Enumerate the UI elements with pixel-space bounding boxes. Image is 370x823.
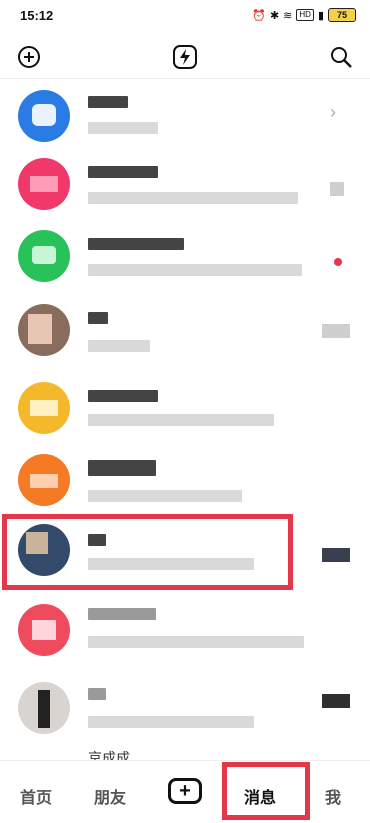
status-icons: ⏰ ✱ ≋ HD ▮ 75 <box>252 8 356 22</box>
bluetooth-icon: ✱ <box>269 9 280 22</box>
message-placeholder <box>88 414 274 426</box>
chevron-right-icon: › <box>330 102 336 122</box>
alarm-icon: ⏰ <box>252 9 266 22</box>
name-placeholder <box>88 96 128 108</box>
highlight-box-conversation <box>2 514 293 590</box>
conversation-row[interactable] <box>0 376 370 452</box>
conversation-row[interactable] <box>0 154 370 230</box>
conversation-row[interactable] <box>0 446 370 522</box>
avatar <box>18 454 70 506</box>
unread-dot <box>334 258 342 266</box>
tab-home[interactable]: 首页 <box>20 784 52 808</box>
timestamp-placeholder <box>322 694 350 708</box>
message-placeholder <box>88 122 158 134</box>
battery-indicator: 75 <box>328 8 356 22</box>
name-placeholder <box>88 460 156 476</box>
avatar <box>18 682 70 734</box>
avatar <box>18 158 70 210</box>
wifi-icon: ≋ <box>283 9 293 22</box>
lightning-icon[interactable] <box>170 42 200 72</box>
avatar <box>18 304 70 356</box>
name-placeholder <box>88 312 108 324</box>
avatar <box>18 604 70 656</box>
avatar <box>18 230 70 282</box>
search-icon[interactable] <box>326 42 356 72</box>
name-placeholder <box>88 608 156 620</box>
conversation-row[interactable] <box>0 298 370 374</box>
conversation-row[interactable] <box>0 676 370 752</box>
message-placeholder <box>88 264 302 276</box>
message-placeholder <box>88 192 298 204</box>
timestamp-placeholder <box>322 548 350 562</box>
name-placeholder <box>88 688 106 700</box>
message-placeholder <box>88 636 304 648</box>
hd-badge: HD <box>296 9 314 21</box>
tab-me[interactable]: 我 <box>325 784 341 808</box>
top-bar <box>0 34 370 79</box>
signal-icon: ▮ <box>317 9 324 22</box>
highlight-box-messages-tab <box>222 762 310 820</box>
message-placeholder <box>88 340 150 352</box>
plus-icon: + <box>179 780 191 802</box>
name-placeholder <box>88 166 158 178</box>
status-bar: 15:12 ⏰ ✱ ≋ HD ▮ 75 <box>0 0 370 30</box>
tab-friends[interactable]: 朋友 <box>94 784 126 808</box>
message-placeholder <box>88 490 242 502</box>
conversation-row[interactable]: › <box>0 86 370 162</box>
message-placeholder <box>88 716 254 728</box>
status-marker <box>330 182 344 196</box>
status-time: 15:12 <box>20 8 54 23</box>
plus-circle-icon[interactable] <box>14 42 44 72</box>
create-button[interactable]: + <box>168 778 202 804</box>
avatar <box>18 90 70 142</box>
conversation-row[interactable] <box>0 224 370 300</box>
timestamp-placeholder <box>322 324 350 338</box>
name-placeholder <box>88 390 158 402</box>
name-placeholder <box>88 238 184 250</box>
avatar <box>18 382 70 434</box>
conversation-row[interactable] <box>0 598 370 674</box>
